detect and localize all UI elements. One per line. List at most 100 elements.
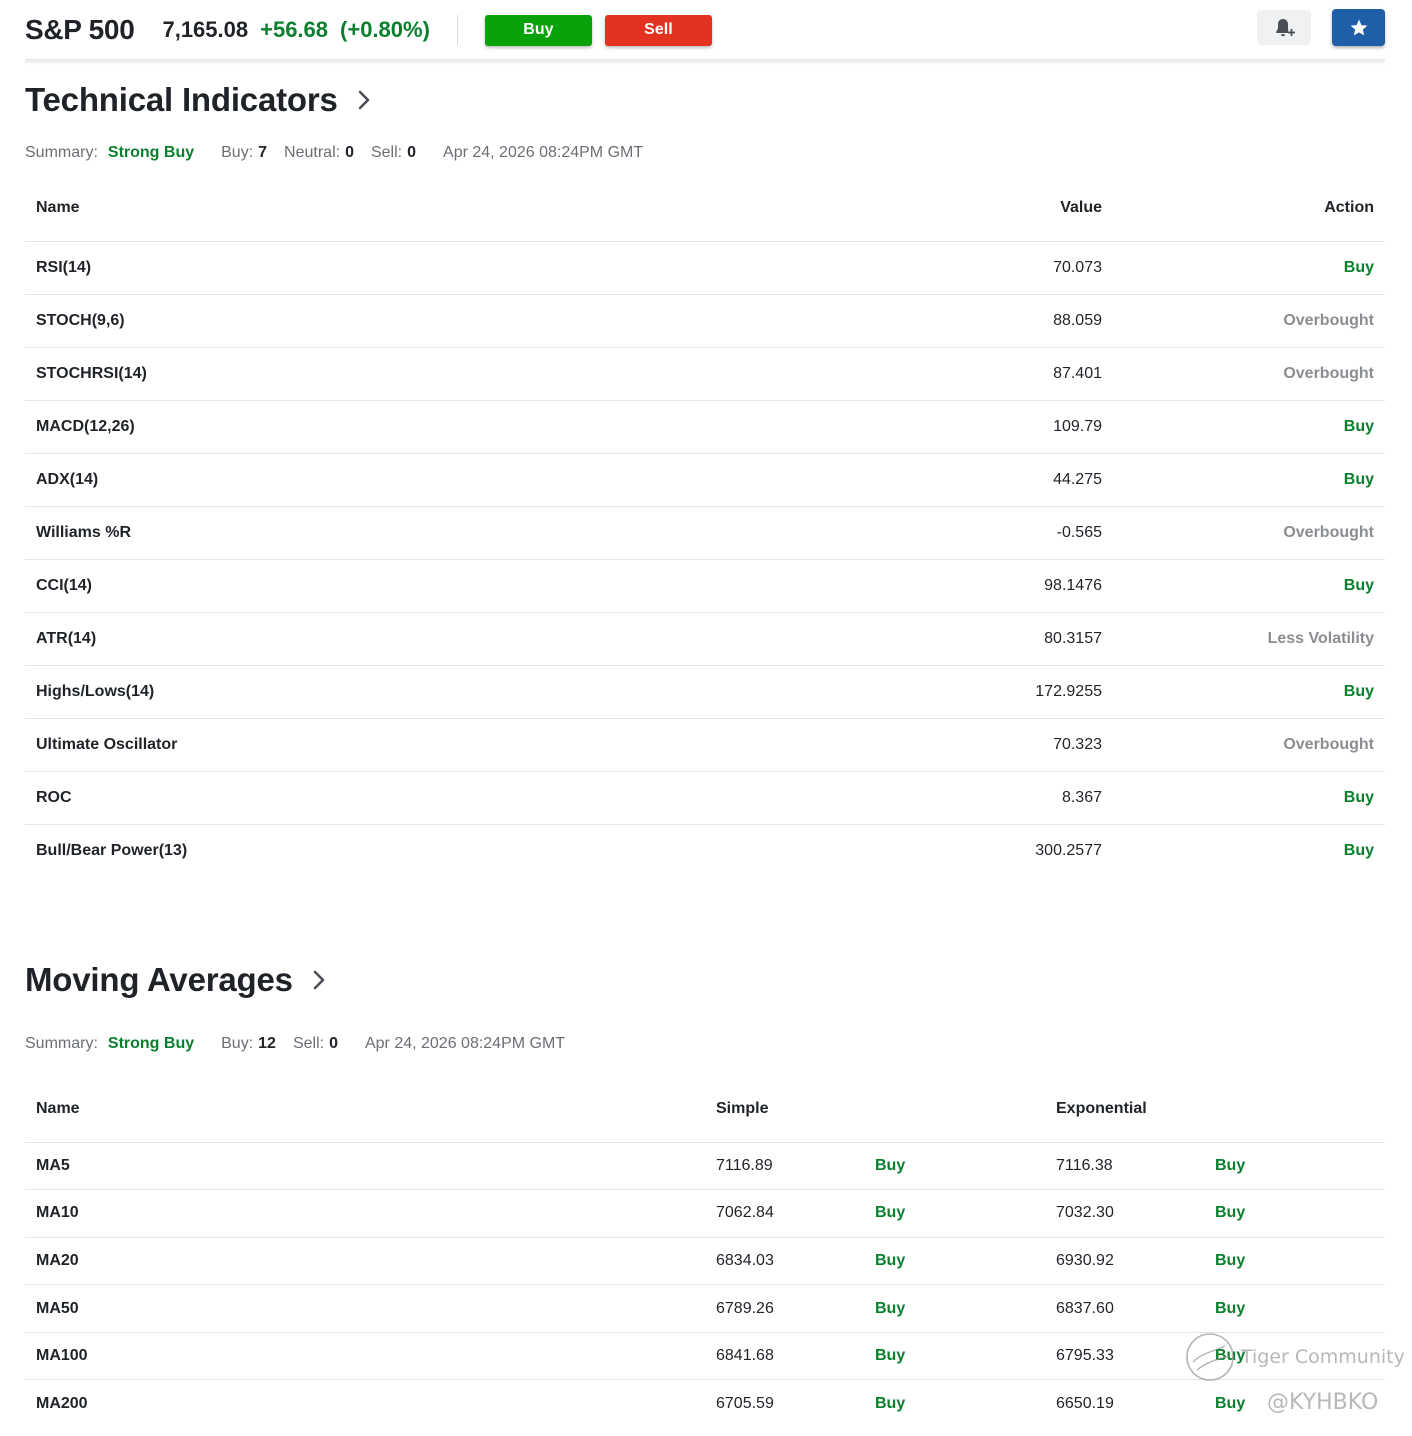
exponential-action: Buy (1215, 1395, 1246, 1413)
buy-button[interactable]: Buy (484, 14, 592, 46)
indicator-action: Less Volatility (1113, 612, 1385, 666)
table-row: Bull/Bear Power(13) 300.2577 Buy (25, 824, 1385, 877)
table-row: MA5 7116.89 Buy 7116.38 Buy (25, 1142, 1385, 1191)
exponential-action: Buy (1204, 1142, 1385, 1191)
summary-timestamp: Apr 24, 2026 08:24PM GMT (443, 144, 644, 161)
simple-value: 7116.89 (705, 1142, 864, 1191)
table-row: ADX(14) 44.275 Buy (25, 453, 1385, 507)
simple-action: Buy (864, 1237, 1045, 1286)
indicator-action: Overbought (1113, 347, 1385, 401)
table-row: Ultimate Oscillator 70.323 Overbought (25, 718, 1385, 772)
column-header-exponential: Exponential (1045, 1077, 1385, 1143)
column-header-action: Action (1113, 176, 1385, 242)
ma-name: MA50 (25, 1284, 705, 1333)
simple-value: 7062.84 (705, 1189, 864, 1238)
sell-count-label: Sell: (292, 1035, 325, 1052)
indicator-name: STOCH(9,6) (25, 294, 819, 348)
table-row: MA100 6841.68 Buy 6795.33 Buy (25, 1332, 1385, 1381)
table-row: MA10 7062.84 Buy 7032.30 Buy (25, 1189, 1385, 1238)
exponential-action: Buy (1204, 1332, 1385, 1381)
indicator-name: Williams %R (25, 506, 819, 560)
exponential-value: 6795.33 (1045, 1332, 1204, 1381)
table-row: STOCH(9,6) 88.059 Overbought (25, 294, 1385, 348)
simple-action: Buy (864, 1189, 1045, 1238)
chevron-right-icon (356, 89, 372, 111)
bell-plus-icon (1276, 18, 1295, 36)
table-row: ROC 8.367 Buy (25, 771, 1385, 825)
moving-averages-title: Moving Averages (25, 961, 293, 998)
buy-count-label: Buy: (221, 1035, 254, 1052)
sell-count: 0 (329, 1035, 338, 1052)
table-header-row: Name Simple Exponential (25, 1077, 1385, 1143)
exponential-value: 7116.38 (1045, 1142, 1204, 1191)
summary-value: Strong Buy (107, 144, 195, 161)
indicator-value: 80.3157 (819, 612, 1113, 666)
table-row: ATR(14) 80.3157 Less Volatility (25, 612, 1385, 666)
simple-value: 6705.59 (716, 1395, 774, 1413)
moving-averages-heading[interactable]: Moving Averages (25, 961, 327, 999)
ma-name: MA5 (25, 1142, 705, 1191)
indicator-name: Highs/Lows(14) (25, 665, 819, 719)
indicator-action: Buy (1113, 400, 1385, 454)
indicator-action: Buy (1113, 665, 1385, 719)
indicator-name: ATR(14) (25, 612, 819, 666)
table-row: MACD(12,26) 109.79 Buy (25, 400, 1385, 454)
simple-action: Buy (864, 1142, 1045, 1191)
chevron-right-icon (311, 969, 327, 991)
neutral-count-label: Neutral: (284, 144, 341, 161)
sell-count: 0 (407, 144, 417, 161)
technical-indicators-title: Technical Indicators (25, 81, 338, 118)
summary-label: Summary: (25, 1035, 98, 1052)
technical-indicators-heading[interactable]: Technical Indicators (25, 81, 372, 119)
ma-name: MA200 (36, 1395, 88, 1413)
add-alert-button[interactable] (1257, 10, 1311, 45)
indicator-name: ADX(14) (25, 453, 819, 507)
column-header-name: Name (25, 176, 819, 242)
header-bottom-border (25, 59, 1385, 60)
indicator-value: 70.073 (819, 241, 1113, 295)
buy-count: 12 (258, 1035, 276, 1052)
indicator-action: Buy (1113, 241, 1385, 295)
indicator-action: Overbought (1113, 294, 1385, 348)
sell-button[interactable]: Sell (604, 14, 712, 46)
quote-header: S&P 500 7,165.08 +56.68 (+0.80%) Buy Sel… (25, 0, 1385, 60)
sell-count-label: Sell: (370, 144, 403, 161)
simple-action: Buy (864, 1332, 1045, 1381)
add-to-watchlist-button[interactable] (1332, 9, 1385, 46)
indicator-name: Ultimate Oscillator (25, 718, 819, 772)
technical-indicators-table: Name Value Action RSI(14) 70.073 Buy STOCH… (25, 176, 1385, 877)
technical-summary: Summary: Strong Buy Buy: 7 Neutral: 0 Se… (25, 144, 643, 162)
indicator-name: ROC (25, 771, 819, 825)
simple-value: 6834.03 (705, 1237, 864, 1286)
indicator-action: Buy (1113, 453, 1385, 507)
price-change-percent: (+0.80%) (340, 17, 430, 42)
buy-count-label: Buy: (221, 144, 254, 161)
indicator-value: 300.2577 (1035, 841, 1102, 859)
neutral-count: 0 (345, 144, 354, 161)
last-price: 7,165.08 (162, 17, 249, 42)
indicator-name: RSI(14) (25, 241, 819, 295)
indicator-name: MACD(12,26) (25, 400, 819, 454)
table-row: RSI(14) 70.073 Buy (25, 241, 1385, 295)
table-row: CCI(14) 98.1476 Buy (25, 559, 1385, 613)
ma-name: MA10 (25, 1189, 705, 1238)
moving-averages-summary: Summary: Strong Buy Buy: 12 Sell: 0 Apr … (25, 1035, 565, 1053)
ma-name: MA20 (25, 1237, 705, 1286)
star-icon (1350, 19, 1367, 35)
table-row: Highs/Lows(14) 172.9255 Buy (25, 665, 1385, 719)
indicator-action: Buy (1113, 771, 1385, 825)
exponential-action: Buy (1204, 1237, 1385, 1286)
indicator-value: 172.9255 (819, 665, 1113, 719)
indicator-name: Bull/Bear Power(13) (36, 841, 188, 859)
exponential-value: 7032.30 (1045, 1189, 1204, 1238)
exponential-action: Buy (1204, 1284, 1385, 1333)
indicator-value: 98.1476 (819, 559, 1113, 613)
moving-averages-table: Name Simple Exponential MA5 7116.89 Buy 711… (25, 1077, 1385, 1428)
indicator-action: Overbought (1113, 718, 1385, 772)
simple-action: Buy (875, 1395, 906, 1413)
indicator-value: -0.565 (819, 506, 1113, 560)
indicator-action: Buy (1113, 559, 1385, 613)
indicator-value: 8.367 (819, 771, 1113, 825)
table-row: MA20 6834.03 Buy 6930.92 Buy (25, 1237, 1385, 1286)
table-row: MA50 6789.26 Buy 6837.60 Buy (25, 1284, 1385, 1333)
